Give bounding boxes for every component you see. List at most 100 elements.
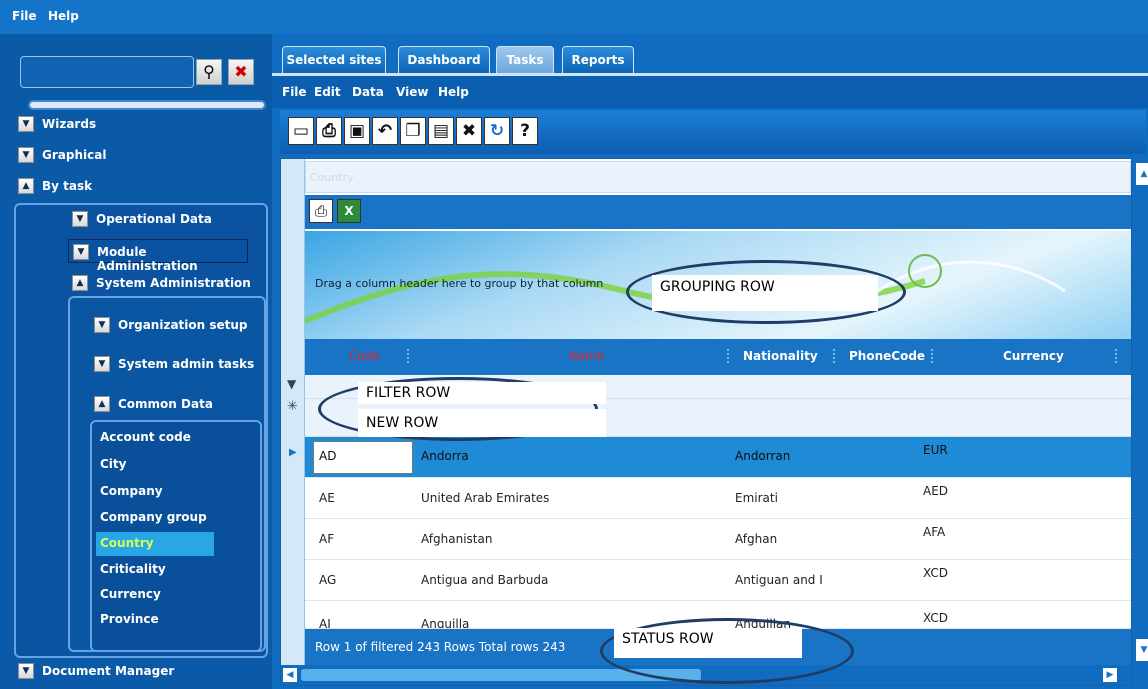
copy-icon[interactable]: ❐ [400,117,426,145]
cell-code: AI [319,617,331,629]
excel-export-icon[interactable]: X [337,199,361,223]
refresh-icon[interactable]: ↻ [484,117,510,145]
table-row[interactable]: AE United Arab Emirates Emirati AED [305,478,1131,519]
inner-menu-edit[interactable]: Edit [314,85,341,99]
column-separator[interactable] [1115,349,1117,363]
search-input[interactable] [20,56,194,88]
save-icon[interactable]: ▣ [344,117,370,145]
column-header-currency[interactable]: Currency [1003,349,1064,363]
list-item-province[interactable]: Province [96,608,214,632]
tab-tasks[interactable]: Tasks [496,46,554,74]
current-row-icon: ▶ [289,447,297,458]
tab-dashboard[interactable]: Dashboard [398,46,490,74]
list-item-criticality[interactable]: Criticality [96,558,214,582]
expand-icon[interactable]: ▼ [73,244,89,260]
binoculars-icon[interactable]: ⚲ [196,59,222,85]
scroll-right-icon[interactable]: ▶ [1103,668,1117,682]
nav-by-task[interactable]: ▲ By task [14,174,268,198]
cell-code: AD [319,449,337,463]
nav-operational-data[interactable]: ▼ Operational Data [68,207,264,231]
list-item-company[interactable]: Company [96,480,214,504]
cell-nationality: Antiguan and I [735,573,823,587]
expand-icon[interactable]: ▼ [72,211,88,227]
paste-icon[interactable]: ▤ [428,117,454,145]
scroll-up-icon[interactable]: ▲ [1136,163,1148,185]
list-item-account-code[interactable]: Account code [96,426,214,450]
collapse-icon[interactable]: ▲ [94,396,110,412]
clear-search-icon[interactable]: ✖ [228,59,254,85]
expand-icon[interactable]: ▼ [94,317,110,333]
cell-nationality: Afghan [735,532,778,546]
cell-name: Antigua and Barbuda [421,573,549,587]
inner-menu-data[interactable]: Data [352,85,384,99]
help-icon[interactable]: ? [512,117,538,145]
cell-name: Anguilla [421,617,470,629]
nav-wizards[interactable]: ▼ Wizards [14,112,268,136]
expand-icon[interactable]: ▼ [18,116,34,132]
table-row[interactable]: AF Afghanistan Afghan AFA [305,519,1131,560]
column-header-nationality[interactable]: Nationality [743,349,818,363]
new-document-icon[interactable]: ▭ [288,117,314,145]
list-item-city[interactable]: City [96,453,214,477]
column-separator[interactable] [931,349,933,363]
cell-nationality: Andorran [735,449,791,463]
inner-menu-bar: File Edit Data View Help [272,76,1148,108]
nav-document-manager[interactable]: ▼ Document Manager [14,659,268,683]
filter-icon: ▼ [287,377,297,391]
column-header-phonecode[interactable]: PhoneCode [849,349,925,363]
list-item-country[interactable]: Country [96,532,214,556]
tab-selected-sites[interactable]: Selected sites [282,46,386,74]
vertical-scrollbar[interactable]: ▲ ▼ [1133,159,1148,687]
status-text: Row 1 of filtered 243 Rows Total rows 24… [315,640,566,654]
nav-system-admin-tasks[interactable]: ▼ System admin tasks [90,352,260,376]
main-toolbar: ▭ ⎙ ▣ ↶ ❐ ▤ ✖ ↻ ? [280,110,1146,154]
row-indicator-column: ▼ ✳ ▶ [281,159,305,685]
column-separator[interactable] [407,349,409,363]
column-header-row: Code Name Nationality PhoneCode Currency [305,339,1131,375]
scroll-left-icon[interactable]: ◀ [283,668,297,682]
splitter[interactable] [28,100,266,110]
expand-icon[interactable]: ▼ [94,356,110,372]
column-separator[interactable] [833,349,835,363]
collapse-icon[interactable]: ▲ [72,275,88,291]
print-icon[interactable]: ⎙ [316,117,342,145]
menu-file[interactable]: File [12,9,37,23]
cell-name: Andorra [421,449,469,463]
inner-menu-help[interactable]: Help [438,85,469,99]
nav-common-data[interactable]: ▲ Common Data [90,392,260,416]
cell-currency: AFA [923,525,946,539]
grouping-row-label: GROUPING ROW [652,275,878,311]
list-item-company-group[interactable]: Company group [96,506,214,530]
new-row-icon: ✳ [287,399,298,414]
new-row-label: NEW ROW [358,409,606,437]
inner-menu-view[interactable]: View [396,85,428,99]
top-menu-bar: File Help [0,0,1148,34]
content-pane: Selected sites Dashboard Tasks Reports F… [272,34,1148,689]
inner-menu-file[interactable]: File [282,85,307,99]
nav-graphical[interactable]: ▼ Graphical [14,143,268,167]
column-separator[interactable] [727,349,729,363]
list-item-currency[interactable]: Currency [96,583,214,607]
group-hint-text: Drag a column header here to group by th… [315,277,604,290]
menu-help[interactable]: Help [48,9,79,23]
collapse-icon[interactable]: ▲ [18,178,34,194]
filter-row-label: FILTER ROW [358,382,606,404]
expand-icon[interactable]: ▼ [18,663,34,679]
tab-reports[interactable]: Reports [562,46,634,74]
table-row[interactable]: AG Antigua and Barbuda Antiguan and I XC… [305,560,1131,601]
cell-nationality: Emirati [735,491,778,505]
column-header-name[interactable]: Name [569,349,604,363]
grid-print-icon[interactable]: ⎙ [309,199,333,223]
delete-icon[interactable]: ✖ [456,117,482,145]
nav-organization-setup[interactable]: ▼ Organization setup [90,313,260,337]
expand-icon[interactable]: ▼ [18,147,34,163]
nav-module-administration[interactable]: ▼ Module Administration [68,239,248,273]
navigation-pane: ⚲ ✖ ▼ Wizards ▼ Graphical ▲ By task ▼ Op… [0,34,272,689]
undo-icon[interactable]: ↶ [372,117,398,145]
grid-toolbar: ⎙ X [305,195,1131,229]
scroll-down-icon[interactable]: ▼ [1136,639,1148,661]
cell-currency: XCD [923,611,948,625]
column-header-code[interactable]: Code [349,349,380,363]
table-row[interactable]: AD Andorra Andorran EUR [305,437,1131,478]
nav-system-administration[interactable]: ▲ System Administration [68,271,264,295]
